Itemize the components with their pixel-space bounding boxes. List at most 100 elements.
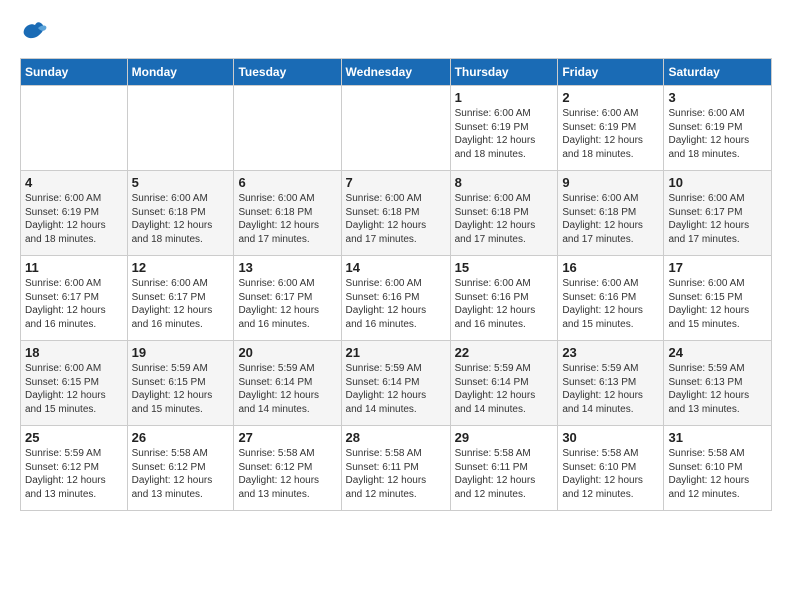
- calendar-cell: 19 Sunrise: 5:59 AM Sunset: 6:15 PM Dayli…: [127, 341, 234, 426]
- day-number: 11: [25, 260, 123, 275]
- calendar-cell: 12 Sunrise: 6:00 AM Sunset: 6:17 PM Dayli…: [127, 256, 234, 341]
- calendar-cell: 18Sunrise: 6:00 AM Sunset: 6:15 PM Dayli…: [21, 341, 128, 426]
- day-detail: Sunrise: 5:59 AM Sunset: 6:14 PM Dayligh…: [346, 362, 446, 416]
- calendar-cell: 27 Sunrise: 5:58 AM Sunset: 6:12 PM Dayli…: [234, 426, 341, 511]
- day-detail: Sunrise: 6:00 AM Sunset: 6:19 PM Dayligh…: [562, 107, 659, 161]
- calendar-week-row: 11 Sunrise: 6:00 AM Sunset: 6:17 PM Dayli…: [21, 256, 772, 341]
- calendar-week-row: 25 Sunrise: 5:59 AM Sunset: 6:12 PM Dayli…: [21, 426, 772, 511]
- day-number: 8: [455, 175, 554, 190]
- day-detail: Sunrise: 5:58 AM Sunset: 6:11 PM Dayligh…: [346, 447, 446, 501]
- day-number: 6: [238, 175, 336, 190]
- column-header-monday: Monday: [127, 59, 234, 86]
- day-detail: Sunrise: 6:00 AM Sunset: 6:17 PM Dayligh…: [132, 277, 230, 331]
- day-number: 5: [132, 175, 230, 190]
- day-number: 19: [132, 345, 230, 360]
- calendar-cell: 28 Sunrise: 5:58 AM Sunset: 6:11 PM Dayli…: [341, 426, 450, 511]
- day-detail: Sunrise: 6:00 AM Sunset: 6:16 PM Dayligh…: [346, 277, 446, 331]
- calendar-cell: 2 Sunrise: 6:00 AM Sunset: 6:19 PM Daylig…: [558, 86, 664, 171]
- calendar-cell: 5Sunrise: 6:00 AM Sunset: 6:18 PM Daylig…: [127, 171, 234, 256]
- day-detail: Sunrise: 6:00 AM Sunset: 6:19 PM Dayligh…: [25, 192, 123, 246]
- calendar-cell: 26Sunrise: 5:58 AM Sunset: 6:12 PM Dayli…: [127, 426, 234, 511]
- calendar-cell: 4 Sunrise: 6:00 AM Sunset: 6:19 PM Daylig…: [21, 171, 128, 256]
- day-number: 10: [668, 175, 767, 190]
- calendar-cell: 13 Sunrise: 6:00 AM Sunset: 6:17 PM Dayli…: [234, 256, 341, 341]
- calendar-cell: [341, 86, 450, 171]
- day-detail: Sunrise: 6:00 AM Sunset: 6:15 PM Dayligh…: [668, 277, 767, 331]
- calendar-week-row: 4 Sunrise: 6:00 AM Sunset: 6:19 PM Daylig…: [21, 171, 772, 256]
- day-number: 27: [238, 430, 336, 445]
- day-detail: Sunrise: 6:00 AM Sunset: 6:17 PM Dayligh…: [668, 192, 767, 246]
- day-detail: Sunrise: 6:00 AM Sunset: 6:18 PM Dayligh…: [346, 192, 446, 246]
- calendar-week-row: 1 Sunrise: 6:00 AM Sunset: 6:19 PM Daylig…: [21, 86, 772, 171]
- day-number: 30: [562, 430, 659, 445]
- day-detail: Sunrise: 6:00 AM Sunset: 6:16 PM Dayligh…: [562, 277, 659, 331]
- calendar-cell: 30 Sunrise: 5:58 AM Sunset: 6:10 PM Dayli…: [558, 426, 664, 511]
- calendar-cell: 16Sunrise: 6:00 AM Sunset: 6:16 PM Dayli…: [558, 256, 664, 341]
- day-detail: Sunrise: 5:59 AM Sunset: 6:15 PM Dayligh…: [132, 362, 230, 416]
- day-number: 1: [455, 90, 554, 105]
- day-number: 3: [668, 90, 767, 105]
- calendar-cell: 6Sunrise: 6:00 AM Sunset: 6:18 PM Daylig…: [234, 171, 341, 256]
- day-number: 28: [346, 430, 446, 445]
- day-detail: Sunrise: 5:59 AM Sunset: 6:13 PM Dayligh…: [668, 362, 767, 416]
- calendar-header-row: SundayMondayTuesdayWednesdayThursdayFrid…: [21, 59, 772, 86]
- day-detail: Sunrise: 5:59 AM Sunset: 6:13 PM Dayligh…: [562, 362, 659, 416]
- page-header: [20, 20, 772, 48]
- column-header-friday: Friday: [558, 59, 664, 86]
- day-number: 14: [346, 260, 446, 275]
- day-number: 29: [455, 430, 554, 445]
- calendar-cell: 7 Sunrise: 6:00 AM Sunset: 6:18 PM Daylig…: [341, 171, 450, 256]
- calendar-cell: 23Sunrise: 5:59 AM Sunset: 6:13 PM Dayli…: [558, 341, 664, 426]
- day-detail: Sunrise: 5:58 AM Sunset: 6:10 PM Dayligh…: [562, 447, 659, 501]
- day-detail: Sunrise: 6:00 AM Sunset: 6:18 PM Dayligh…: [455, 192, 554, 246]
- day-number: 13: [238, 260, 336, 275]
- calendar-cell: 21 Sunrise: 5:59 AM Sunset: 6:14 PM Dayli…: [341, 341, 450, 426]
- calendar-cell: 1Sunrise: 6:00 AM Sunset: 6:19 PM Daylig…: [450, 86, 558, 171]
- column-header-sunday: Sunday: [21, 59, 128, 86]
- day-number: 18: [25, 345, 123, 360]
- column-header-saturday: Saturday: [664, 59, 772, 86]
- day-number: 7: [346, 175, 446, 190]
- day-detail: Sunrise: 5:59 AM Sunset: 6:14 PM Dayligh…: [455, 362, 554, 416]
- calendar-cell: 15 Sunrise: 6:00 AM Sunset: 6:16 PM Dayli…: [450, 256, 558, 341]
- day-detail: Sunrise: 5:58 AM Sunset: 6:10 PM Dayligh…: [668, 447, 767, 501]
- day-detail: Sunrise: 6:00 AM Sunset: 6:16 PM Dayligh…: [455, 277, 554, 331]
- column-header-wednesday: Wednesday: [341, 59, 450, 86]
- day-number: 12: [132, 260, 230, 275]
- column-header-thursday: Thursday: [450, 59, 558, 86]
- calendar-cell: 10 Sunrise: 6:00 AM Sunset: 6:17 PM Dayli…: [664, 171, 772, 256]
- day-number: 4: [25, 175, 123, 190]
- day-detail: Sunrise: 5:58 AM Sunset: 6:12 PM Dayligh…: [238, 447, 336, 501]
- day-detail: Sunrise: 6:00 AM Sunset: 6:17 PM Dayligh…: [238, 277, 336, 331]
- calendar-cell: 25 Sunrise: 5:59 AM Sunset: 6:12 PM Dayli…: [21, 426, 128, 511]
- calendar-table: SundayMondayTuesdayWednesdayThursdayFrid…: [20, 58, 772, 511]
- calendar-cell: 17 Sunrise: 6:00 AM Sunset: 6:15 PM Dayli…: [664, 256, 772, 341]
- day-number: 31: [668, 430, 767, 445]
- day-number: 24: [668, 345, 767, 360]
- calendar-cell: 14 Sunrise: 6:00 AM Sunset: 6:16 PM Dayli…: [341, 256, 450, 341]
- calendar-week-row: 18Sunrise: 6:00 AM Sunset: 6:15 PM Dayli…: [21, 341, 772, 426]
- day-number: 21: [346, 345, 446, 360]
- calendar-cell: 29 Sunrise: 5:58 AM Sunset: 6:11 PM Dayli…: [450, 426, 558, 511]
- calendar-cell: 31 Sunrise: 5:58 AM Sunset: 6:10 PM Dayli…: [664, 426, 772, 511]
- day-detail: Sunrise: 5:59 AM Sunset: 6:14 PM Dayligh…: [238, 362, 336, 416]
- calendar-cell: 22Sunrise: 5:59 AM Sunset: 6:14 PM Dayli…: [450, 341, 558, 426]
- logo-bird-icon: [20, 20, 50, 48]
- day-detail: Sunrise: 6:00 AM Sunset: 6:19 PM Dayligh…: [668, 107, 767, 161]
- calendar-cell: [21, 86, 128, 171]
- day-number: 9: [562, 175, 659, 190]
- day-number: 17: [668, 260, 767, 275]
- calendar-cell: [127, 86, 234, 171]
- day-detail: Sunrise: 6:00 AM Sunset: 6:17 PM Dayligh…: [25, 277, 123, 331]
- day-number: 15: [455, 260, 554, 275]
- day-number: 20: [238, 345, 336, 360]
- calendar-cell: [234, 86, 341, 171]
- day-number: 2: [562, 90, 659, 105]
- day-detail: Sunrise: 6:00 AM Sunset: 6:18 PM Dayligh…: [562, 192, 659, 246]
- day-detail: Sunrise: 5:58 AM Sunset: 6:12 PM Dayligh…: [132, 447, 230, 501]
- day-detail: Sunrise: 5:59 AM Sunset: 6:12 PM Dayligh…: [25, 447, 123, 501]
- calendar-cell: 24 Sunrise: 5:59 AM Sunset: 6:13 PM Dayli…: [664, 341, 772, 426]
- calendar-cell: 9 Sunrise: 6:00 AM Sunset: 6:18 PM Daylig…: [558, 171, 664, 256]
- day-number: 25: [25, 430, 123, 445]
- day-detail: Sunrise: 5:58 AM Sunset: 6:11 PM Dayligh…: [455, 447, 554, 501]
